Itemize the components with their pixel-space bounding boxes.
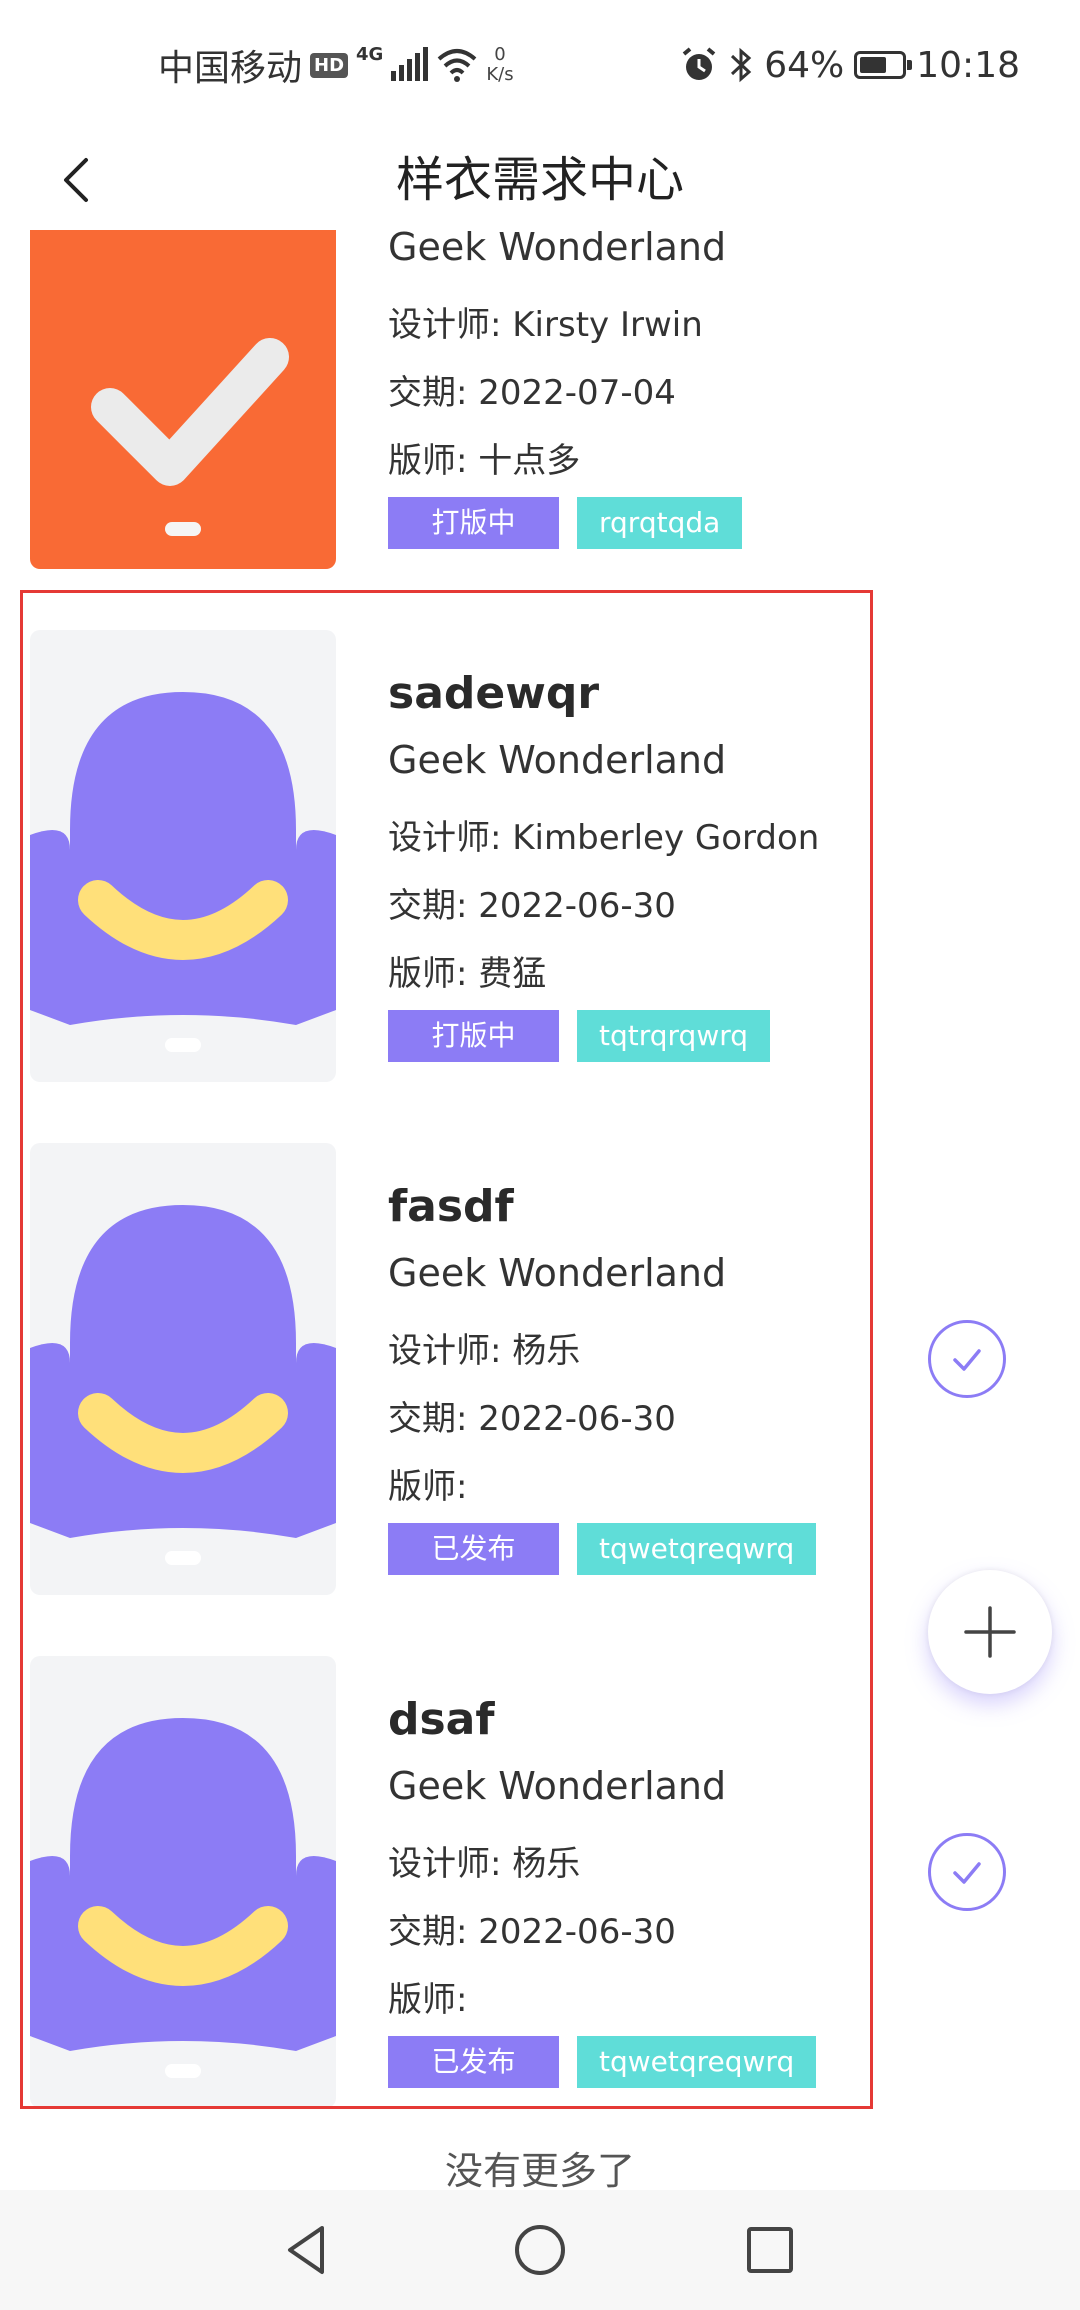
item-tags: 已发布 tqwetqreqwrq xyxy=(388,1523,817,1575)
purple-placeholder-icon xyxy=(30,1656,336,2108)
item-company: Geek Wonderland xyxy=(388,738,727,782)
item-name: fasdf xyxy=(388,1181,514,1232)
check-icon xyxy=(953,1862,981,1884)
check-button[interactable] xyxy=(928,1320,1006,1398)
battery-icon xyxy=(854,51,913,79)
page-title: 样衣需求中心 xyxy=(395,152,684,208)
orange-check-icon xyxy=(30,230,336,569)
clock: 10:18 xyxy=(916,44,1020,86)
list-item[interactable]: Geek Wonderland 设计师: Kirsty Irwin 交期: 20… xyxy=(0,230,1080,630)
back-button[interactable] xyxy=(40,140,120,220)
battery-fill xyxy=(860,57,887,73)
item-company: Geek Wonderland xyxy=(388,1764,727,1808)
bluetooth-icon xyxy=(731,47,752,83)
alarm-icon xyxy=(682,47,716,80)
check-button[interactable] xyxy=(928,1833,1006,1911)
status-badge: 已发布 xyxy=(388,1523,559,1575)
status-left: 中国移动 HD 4G 0 K/s xyxy=(158,40,514,90)
status-badge: 打版中 xyxy=(388,497,559,549)
square-recent-icon xyxy=(747,2227,793,2273)
status-badge: 已发布 xyxy=(388,2036,559,2088)
wifi-icon xyxy=(438,49,477,82)
code-badge: tqwetqreqwrq xyxy=(577,2036,817,2088)
purple-placeholder-icon xyxy=(30,1143,336,1595)
hd-badge: HD xyxy=(310,52,349,78)
network-speed: 0 K/s xyxy=(486,45,513,85)
purple-placeholder-icon xyxy=(30,630,336,1082)
list-item[interactable]: sadewqr Geek Wonderland 设计师: Kimberley G… xyxy=(0,630,1080,1143)
item-company: Geek Wonderland xyxy=(388,1251,727,1295)
carrier-label: 中国移动 xyxy=(158,48,303,89)
item-designer: 设计师: Kimberley Gordon xyxy=(388,818,820,858)
circle-home-icon xyxy=(515,2225,565,2275)
check-icon xyxy=(953,1349,981,1371)
item-designer: 设计师: 杨乐 xyxy=(388,1844,581,1884)
item-tags: 打版中 rqrqtqda xyxy=(388,497,743,549)
system-recent-button[interactable] xyxy=(740,2220,800,2280)
item-delivery-date: 交期: 2022-06-30 xyxy=(388,1912,676,1952)
item-delivery-date: 交期: 2022-06-30 xyxy=(388,1399,676,1439)
item-pattern-maker: 版师: xyxy=(388,1467,468,1507)
status-badge: 打版中 xyxy=(388,1010,559,1062)
system-back-button[interactable] xyxy=(278,2220,338,2280)
system-nav-bar xyxy=(0,2190,1080,2310)
code-badge: tqwetqreqwrq xyxy=(577,1523,817,1575)
signal-icon xyxy=(391,47,429,81)
system-home-button[interactable] xyxy=(510,2220,570,2280)
triangle-back-icon xyxy=(288,2226,324,2274)
sample-list[interactable]: Geek Wonderland 设计师: Kirsty Irwin 交期: 20… xyxy=(0,230,1080,2160)
item-company: Geek Wonderland xyxy=(388,230,727,269)
list-item[interactable]: dsaf Geek Wonderland 设计师: 杨乐 交期: 2022-06… xyxy=(0,1656,1080,2160)
code-badge: tqtrqrqwrq xyxy=(577,1010,771,1062)
item-name: sadewqr xyxy=(388,668,600,719)
status-bar: 中国移动 HD 4G 0 K/s 64% 10:18 xyxy=(0,0,1080,130)
speed-unit: K/s xyxy=(486,64,514,85)
list-item[interactable]: fasdf Geek Wonderland 设计师: 杨乐 交期: 2022-0… xyxy=(0,1143,1080,1656)
item-designer: 设计师: Kirsty Irwin xyxy=(388,305,703,345)
plus-icon xyxy=(964,1606,1016,1658)
item-tags: 打版中 tqtrqrqwrq xyxy=(388,1010,771,1062)
battery-percent: 64% xyxy=(764,44,845,86)
network-type: 4G xyxy=(356,44,384,65)
no-more-label: 没有更多了 xyxy=(444,2149,635,2193)
item-name: dsaf xyxy=(388,1694,495,1745)
speed-value: 0 xyxy=(494,44,506,65)
item-delivery-date: 交期: 2022-07-04 xyxy=(388,373,676,413)
add-button[interactable] xyxy=(928,1570,1052,1694)
code-badge: rqrqtqda xyxy=(577,497,743,549)
chevron-left-icon xyxy=(64,158,88,202)
status-right: 64% 10:18 xyxy=(680,40,1020,90)
nav-bar: 样衣需求中心 xyxy=(0,130,1080,230)
item-tags: 已发布 tqwetqreqwrq xyxy=(388,2036,817,2088)
item-pattern-maker: 版师: 十点多 xyxy=(388,441,581,481)
item-pattern-maker: 版师: xyxy=(388,1980,468,2020)
item-delivery-date: 交期: 2022-06-30 xyxy=(388,886,676,926)
sample-list-items: Geek Wonderland 设计师: Kirsty Irwin 交期: 20… xyxy=(0,230,1080,2160)
item-designer: 设计师: 杨乐 xyxy=(388,1331,581,1371)
item-pattern-maker: 版师: 费猛 xyxy=(388,954,547,994)
